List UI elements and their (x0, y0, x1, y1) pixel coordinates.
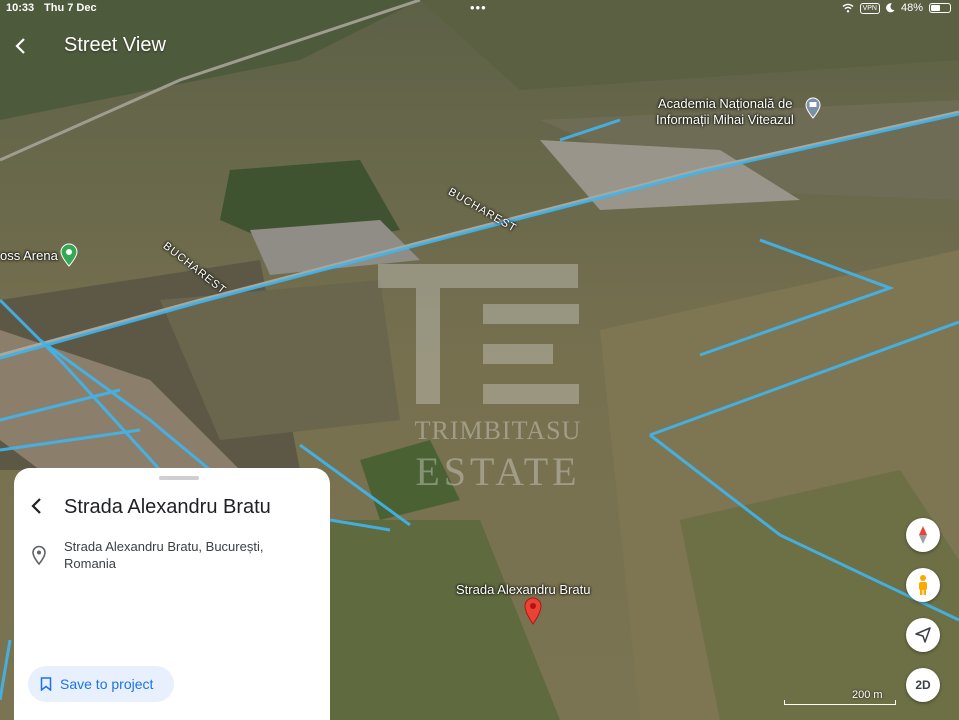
pegman-button[interactable] (906, 568, 940, 602)
chevron-left-icon (15, 38, 25, 54)
status-time: 10:33 (6, 2, 35, 14)
bookmark-icon (40, 677, 52, 691)
status-bar: 10:33 Thu 7 Dec ••• VPN 48% (0, 0, 959, 18)
sheet-drag-handle[interactable] (159, 476, 199, 480)
moon-icon (886, 3, 895, 13)
vpn-badge: VPN (859, 2, 880, 14)
arena-label[interactable]: oss Arena (0, 248, 58, 263)
page-title: Street View (64, 34, 166, 56)
my-location-button[interactable] (906, 618, 940, 652)
navigation-arrow-icon (915, 627, 931, 643)
view-mode-label: 2D (915, 678, 931, 692)
status-date: Thu 7 Dec (44, 2, 97, 14)
pegman-icon (919, 575, 927, 595)
battery-percent: 48% (900, 2, 923, 14)
place-details-sheet[interactable]: Strada Alexandru Bratu Strada Alexandru … (14, 468, 330, 720)
compass-button[interactable] (906, 518, 940, 552)
battery-level (931, 5, 940, 11)
pin-label[interactable]: Strada Alexandru Bratu (456, 582, 590, 597)
multitasking-dots-icon[interactable]: ••• (470, 0, 487, 15)
save-to-project-button[interactable]: Save to project (28, 666, 174, 702)
arena-place-icon[interactable] (60, 243, 78, 267)
status-indicators: VPN 48% (842, 2, 951, 14)
academy-label-line2[interactable]: Informații Mihai Viteazul (656, 112, 794, 127)
wifi-icon (842, 3, 854, 13)
back-button[interactable] (10, 32, 34, 60)
location-pin-icon[interactable] (524, 597, 542, 625)
location-outline-icon (32, 545, 46, 565)
view-mode-2d-button[interactable]: 2D (906, 668, 940, 702)
academy-place-icon[interactable] (804, 97, 822, 119)
compass-icon (919, 526, 927, 544)
battery-icon (929, 3, 951, 13)
scale-bar (784, 700, 896, 705)
place-address: Strada Alexandru Bratu, București, Roman… (64, 539, 264, 571)
chevron-left-icon (31, 498, 41, 514)
save-to-project-label: Save to project (60, 676, 154, 692)
academy-label-line1[interactable]: Academia Națională de (658, 96, 792, 111)
place-title: Strada Alexandru Bratu (64, 496, 271, 518)
sheet-back-button[interactable] (26, 494, 50, 518)
